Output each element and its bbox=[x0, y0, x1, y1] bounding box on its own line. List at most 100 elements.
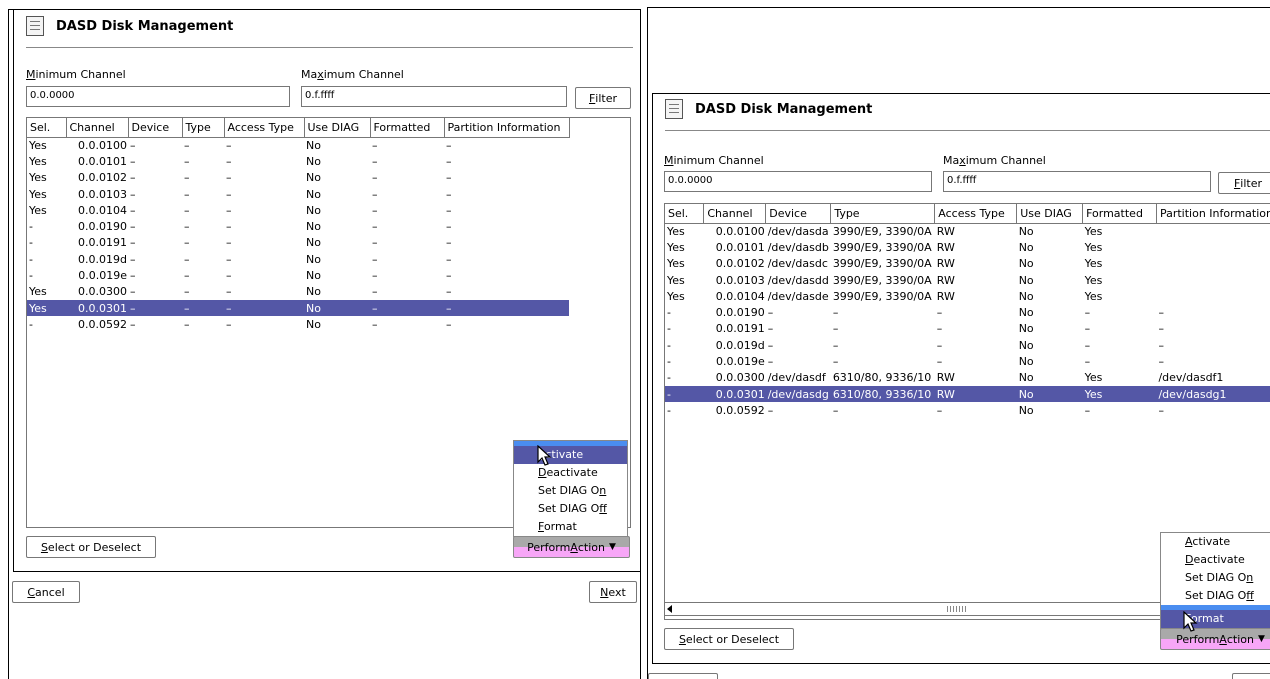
perform-action-button[interactable]: Perform Action ▼ bbox=[513, 536, 630, 558]
cell-access-type: RW bbox=[934, 385, 1017, 403]
column-header-device[interactable]: Device bbox=[765, 204, 832, 224]
table-row[interactable]: -0.0.0191– – – No – – bbox=[27, 235, 569, 251]
column-header-type[interactable]: Type bbox=[830, 204, 936, 224]
cell-formatted: – bbox=[370, 299, 444, 317]
column-header-formatted[interactable]: Formatted bbox=[1082, 204, 1157, 224]
cancel-button[interactable] bbox=[648, 673, 718, 679]
table-row[interactable]: Yes 0.0.0104– – – No – – bbox=[27, 202, 569, 218]
cell-sel: - bbox=[29, 236, 33, 250]
filter-button[interactable]: Filter bbox=[575, 87, 631, 109]
min-channel-input[interactable]: 0.0.0000 bbox=[664, 171, 932, 192]
column-header-sel[interactable]: Sel. bbox=[27, 118, 67, 138]
scroll-left-arrow-icon[interactable] bbox=[667, 605, 672, 613]
table-row[interactable]: -0.0.0190– – – No – – bbox=[665, 304, 1270, 320]
scroll-grip-icon[interactable] bbox=[947, 606, 967, 612]
perform-action-button[interactable]: Perform Action ▼ bbox=[1160, 628, 1270, 650]
cell-use-diag: No bbox=[1018, 371, 1034, 385]
table-row[interactable]: Yes 0.0.0101– – – No – – bbox=[27, 153, 569, 169]
next-button[interactable]: Next bbox=[589, 581, 637, 603]
table-row[interactable]: Yes 0.0.0100– – – No – – bbox=[27, 137, 569, 153]
cell-use-diag: No bbox=[306, 203, 321, 217]
cell-use-diag: No bbox=[306, 187, 321, 201]
cell-sel: Yes bbox=[29, 285, 47, 299]
table-row[interactable]: -0.0.019e – – – No – – bbox=[665, 353, 1270, 369]
column-header-use-diag[interactable]: Use DIAG bbox=[304, 118, 371, 138]
cell-access-type: – bbox=[936, 306, 943, 320]
table-row[interactable]: -0.0.0190– – – No – – bbox=[27, 218, 569, 234]
column-header-channel[interactable]: Channel bbox=[703, 204, 767, 224]
min-channel-input[interactable]: 0.0.0000 bbox=[26, 86, 290, 107]
menu-item-activate[interactable]: Activate bbox=[1161, 533, 1270, 551]
column-header-partition-info[interactable]: Partition Information bbox=[444, 118, 570, 138]
table-row[interactable]: Yes 0.0.0300– – – No – – bbox=[27, 284, 569, 300]
table-row[interactable]: Yes 0.0.0103– – – No – – bbox=[27, 186, 569, 202]
table-row[interactable]: Yes 0.0.0102– – – No – – bbox=[27, 170, 569, 186]
table-row[interactable]: Yes 0.0.0100/dev/dasda 3990/E9, 3390/0A RW N… bbox=[665, 223, 1270, 239]
cell-access-type: – bbox=[936, 403, 943, 417]
menu-item-format[interactable]: Format bbox=[514, 518, 627, 536]
page-title: DASD Disk Management bbox=[695, 101, 873, 117]
column-header-access-type[interactable]: Access Type bbox=[934, 204, 1018, 224]
next-button[interactable] bbox=[1232, 673, 1270, 679]
filter-button[interactable]: Filter bbox=[1218, 172, 1270, 194]
cell-use-diag: No bbox=[1016, 385, 1083, 403]
cell-device: – bbox=[130, 203, 136, 217]
menu-item-deactivate[interactable]: Deactivate bbox=[514, 464, 627, 482]
menu-item-set-diag-off[interactable]: Set DIAG Off bbox=[1161, 587, 1270, 605]
menu-item-format[interactable]: Format bbox=[1161, 610, 1270, 628]
cancel-button[interactable]: Cancel bbox=[12, 581, 80, 603]
table-row[interactable]: Yes 0.0.0103/dev/dasdd 3990/E9, 3390/0A RW N… bbox=[665, 272, 1270, 288]
table-row[interactable]: Yes 0.0.0101/dev/dasdb 3990/E9, 3390/0A RW N… bbox=[665, 239, 1270, 255]
cell-use-diag: No bbox=[306, 171, 321, 185]
cell-formatted: – bbox=[1084, 306, 1091, 320]
table-row[interactable]: -0.0.019e – – – No – – bbox=[27, 267, 569, 283]
column-header-use-diag[interactable]: Use DIAG bbox=[1016, 204, 1084, 224]
perform-action-menu[interactable]: ActivateDeactivateSet DIAG OnSet DIAG Of… bbox=[513, 440, 628, 537]
cell-use-diag: No bbox=[1018, 355, 1034, 369]
select-or-deselect-button[interactable]: Select or Deselect bbox=[664, 628, 794, 650]
table-row[interactable]: -0.0.0301/dev/dasdg 6310/80, 9336/10 RW No Y… bbox=[665, 385, 1270, 403]
column-header-formatted[interactable]: Formatted bbox=[370, 118, 445, 138]
cell-access-type: – bbox=[226, 138, 232, 152]
column-header-access-type[interactable]: Access Type bbox=[224, 118, 305, 138]
column-header-channel[interactable]: Channel bbox=[66, 118, 129, 138]
column-header-partition-info[interactable]: Partition Information bbox=[1156, 204, 1270, 224]
menu-item-set-diag-on[interactable]: Set DIAG On bbox=[514, 482, 627, 500]
select-or-deselect-button[interactable]: Select or Deselect bbox=[26, 536, 156, 558]
menu-item-set-diag-off[interactable]: Set DIAG Off bbox=[514, 500, 627, 518]
min-channel-label: Minimum Channel bbox=[26, 68, 126, 81]
max-channel-input[interactable]: 0.f.ffff bbox=[943, 171, 1211, 192]
cell-partition-info: – bbox=[446, 171, 452, 185]
table-row[interactable]: -0.0.019d – – – No – – bbox=[665, 337, 1270, 353]
cell-formatted: – bbox=[1084, 338, 1091, 352]
cell-access-type: – bbox=[226, 187, 232, 201]
table-row[interactable]: Yes 0.0.0301– – – No – – bbox=[27, 299, 569, 317]
table-row[interactable]: Yes 0.0.0102/dev/dasdc 3990/E9, 3390/0A RW N… bbox=[665, 256, 1270, 272]
cell-channel: 0.0.019d bbox=[715, 338, 765, 352]
column-header-device[interactable]: Device bbox=[128, 118, 183, 138]
column-header-type[interactable]: Type bbox=[182, 118, 225, 138]
table-row[interactable]: -0.0.019d – – – No – – bbox=[27, 251, 569, 267]
horizontal-scrollbar[interactable] bbox=[664, 602, 1169, 616]
cell-partition-info bbox=[1156, 223, 1270, 239]
cell-sel: Yes bbox=[667, 240, 685, 254]
cell-use-diag: No bbox=[1018, 240, 1034, 254]
max-channel-input[interactable]: 0.f.ffff bbox=[301, 86, 567, 107]
table-row[interactable]: -0.0.0191– – – No – – bbox=[665, 321, 1270, 337]
table-row[interactable]: Yes 0.0.0104/dev/dasde 3990/E9, 3390/0A RW N… bbox=[665, 288, 1270, 304]
menu-item-activate[interactable]: Activate bbox=[514, 446, 627, 464]
cell-sel: - bbox=[29, 317, 33, 331]
cell-sel: - bbox=[667, 338, 671, 352]
menu-item-set-diag-on[interactable]: Set DIAG On bbox=[1161, 569, 1270, 587]
cell-channel: 0.0.0104 bbox=[715, 289, 765, 303]
cell-formatted: – bbox=[1084, 403, 1091, 417]
cell-formatted: – bbox=[372, 154, 378, 168]
column-header-sel[interactable]: Sel. bbox=[665, 204, 705, 224]
menu-item-deactivate[interactable]: Deactivate bbox=[1161, 551, 1270, 569]
cell-device: – bbox=[130, 285, 136, 299]
table-row[interactable]: - 0.0.0300/dev/dasdf 6310/80, 9336/10 RW No Y… bbox=[665, 370, 1270, 386]
table-header-row: Sel. Channel Device Type Access Type Use DIAG… bbox=[27, 118, 570, 138]
table-row[interactable]: -0.0.0592– – – No – – bbox=[665, 402, 1270, 418]
perform-action-menu[interactable]: ActivateDeactivateSet DIAG OnSet DIAG Of… bbox=[1160, 532, 1270, 629]
table-row[interactable]: -0.0.0592– – – No – – bbox=[27, 316, 569, 332]
